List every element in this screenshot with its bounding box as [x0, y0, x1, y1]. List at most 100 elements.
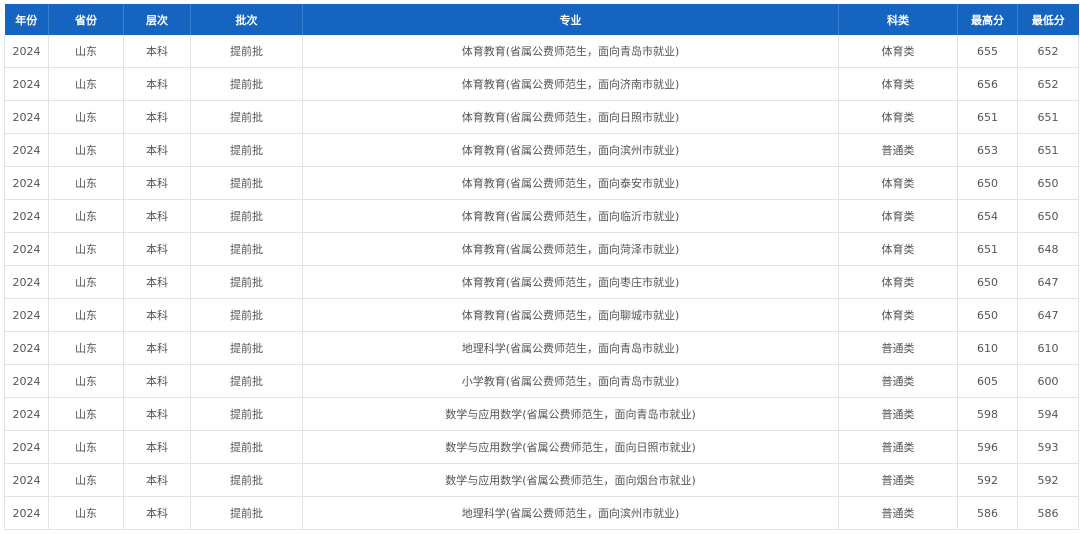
cell-major: 体育教育(省属公费师范生，面向枣庄市就业)	[302, 265, 839, 299]
cell-batch: 提前批	[190, 199, 303, 233]
cell-year: 2024	[4, 133, 49, 167]
cell-min-score: 647	[1017, 265, 1079, 299]
cell-level: 本科	[123, 364, 191, 398]
cell-major: 小学教育(省属公费师范生，面向青岛市就业)	[302, 364, 839, 398]
table-row: 2024 山东 本科 提前批 地理科学(省属公费师范生，面向青岛市就业) 普通类 610 61…	[4, 331, 1079, 365]
header-province: 省份	[48, 4, 124, 35]
cell-batch: 提前批	[190, 67, 303, 101]
cell-min-score: 650	[1017, 166, 1079, 200]
cell-major: 体育教育(省属公费师范生，面向日照市就业)	[302, 100, 839, 134]
cell-year: 2024	[4, 397, 49, 431]
table-body: 2024 山东 本科 提前批 体育教育(省属公费师范生，面向青岛市就业) 体育类 655 65…	[4, 35, 1079, 530]
cell-min-score: 648	[1017, 232, 1079, 266]
header-max-score: 最高分	[957, 4, 1018, 35]
cell-province: 山东	[48, 265, 124, 299]
cell-max-score: 653	[957, 133, 1018, 167]
header-level: 层次	[123, 4, 191, 35]
cell-min-score: 650	[1017, 199, 1079, 233]
cell-major: 数学与应用数学(省属公费师范生，面向青岛市就业)	[302, 397, 839, 431]
cell-batch: 提前批	[190, 331, 303, 365]
cell-province: 山东	[48, 364, 124, 398]
cell-min-score: 586	[1017, 496, 1079, 530]
header-category: 科类	[838, 4, 958, 35]
cell-min-score: 592	[1017, 463, 1079, 497]
table-row: 2024 山东 本科 提前批 小学教育(省属公费师范生，面向青岛市就业) 普通类 605 60…	[4, 364, 1079, 398]
cell-category: 体育类	[838, 67, 958, 101]
cell-batch: 提前批	[190, 35, 303, 68]
table-row: 2024 山东 本科 提前批 数学与应用数学(省属公费师范生，面向青岛市就业) 普通类 59…	[4, 397, 1079, 431]
header-year: 年份	[4, 4, 49, 35]
cell-major: 体育教育(省属公费师范生，面向青岛市就业)	[302, 35, 839, 68]
cell-province: 山东	[48, 331, 124, 365]
cell-category: 体育类	[838, 265, 958, 299]
cell-province: 山东	[48, 67, 124, 101]
cell-max-score: 655	[957, 35, 1018, 68]
cell-batch: 提前批	[190, 232, 303, 266]
table-row: 2024 山东 本科 提前批 体育教育(省属公费师范生，面向聊城市就业) 体育类 650 64…	[4, 298, 1079, 332]
table-row: 2024 山东 本科 提前批 体育教育(省属公费师范生，面向临沂市就业) 体育类 654 65…	[4, 199, 1079, 233]
cell-max-score: 596	[957, 430, 1018, 464]
table-header: 年份 省份 层次 批次 专业 科类 最高分 最低分	[4, 4, 1079, 35]
table-row: 2024 山东 本科 提前批 体育教育(省属公费师范生，面向济南市就业) 体育类 656 65…	[4, 67, 1079, 101]
header-min-score: 最低分	[1017, 4, 1079, 35]
cell-year: 2024	[4, 199, 49, 233]
table-row: 2024 山东 本科 提前批 体育教育(省属公费师范生，面向菏泽市就业) 体育类 651 64…	[4, 232, 1079, 266]
cell-max-score: 650	[957, 265, 1018, 299]
cell-category: 普通类	[838, 331, 958, 365]
cell-max-score: 651	[957, 232, 1018, 266]
cell-category: 体育类	[838, 199, 958, 233]
cell-province: 山东	[48, 463, 124, 497]
table-row: 2024 山东 本科 提前批 数学与应用数学(省属公费师范生，面向日照市就业) 普通类 59…	[4, 430, 1079, 464]
cell-year: 2024	[4, 265, 49, 299]
cell-max-score: 650	[957, 166, 1018, 200]
cell-batch: 提前批	[190, 430, 303, 464]
cell-min-score: 594	[1017, 397, 1079, 431]
cell-min-score: 610	[1017, 331, 1079, 365]
cell-level: 本科	[123, 265, 191, 299]
cell-province: 山东	[48, 298, 124, 332]
cell-category: 体育类	[838, 166, 958, 200]
cell-batch: 提前批	[190, 397, 303, 431]
cell-year: 2024	[4, 232, 49, 266]
cell-category: 体育类	[838, 232, 958, 266]
cell-province: 山东	[48, 199, 124, 233]
cell-province: 山东	[48, 496, 124, 530]
header-row: 年份 省份 层次 批次 专业 科类 最高分 最低分	[4, 4, 1079, 35]
cell-year: 2024	[4, 35, 49, 68]
cell-category: 普通类	[838, 496, 958, 530]
admission-scores-table-container: 年份 省份 层次 批次 专业 科类 最高分 最低分 2024 山东 本科 提前批 体育教…	[4, 4, 1079, 530]
cell-year: 2024	[4, 496, 49, 530]
cell-category: 体育类	[838, 298, 958, 332]
cell-category: 普通类	[838, 133, 958, 167]
cell-level: 本科	[123, 232, 191, 266]
cell-max-score: 598	[957, 397, 1018, 431]
cell-level: 本科	[123, 397, 191, 431]
cell-major: 地理科学(省属公费师范生，面向青岛市就业)	[302, 331, 839, 365]
table-row: 2024 山东 本科 提前批 地理科学(省属公费师范生，面向滨州市就业) 普通类 586 58…	[4, 496, 1079, 530]
cell-min-score: 652	[1017, 35, 1079, 68]
cell-batch: 提前批	[190, 496, 303, 530]
cell-category: 体育类	[838, 100, 958, 134]
cell-min-score: 647	[1017, 298, 1079, 332]
table-row: 2024 山东 本科 提前批 体育教育(省属公费师范生，面向日照市就业) 体育类 651 65…	[4, 100, 1079, 134]
cell-year: 2024	[4, 331, 49, 365]
cell-level: 本科	[123, 35, 191, 68]
table-row: 2024 山东 本科 提前批 体育教育(省属公费师范生，面向青岛市就业) 体育类 655 65…	[4, 35, 1079, 68]
cell-batch: 提前批	[190, 100, 303, 134]
cell-batch: 提前批	[190, 166, 303, 200]
cell-max-score: 654	[957, 199, 1018, 233]
cell-max-score: 586	[957, 496, 1018, 530]
cell-province: 山东	[48, 430, 124, 464]
table-row: 2024 山东 本科 提前批 体育教育(省属公费师范生，面向枣庄市就业) 体育类 650 64…	[4, 265, 1079, 299]
cell-year: 2024	[4, 364, 49, 398]
cell-min-score: 593	[1017, 430, 1079, 464]
header-major: 专业	[302, 4, 839, 35]
cell-major: 数学与应用数学(省属公费师范生，面向日照市就业)	[302, 430, 839, 464]
cell-major: 体育教育(省属公费师范生，面向菏泽市就业)	[302, 232, 839, 266]
cell-level: 本科	[123, 166, 191, 200]
cell-major: 数学与应用数学(省属公费师范生，面向烟台市就业)	[302, 463, 839, 497]
cell-category: 体育类	[838, 35, 958, 68]
cell-major: 体育教育(省属公费师范生，面向临沂市就业)	[302, 199, 839, 233]
table-row: 2024 山东 本科 提前批 体育教育(省属公费师范生，面向滨州市就业) 普通类 653 65…	[4, 133, 1079, 167]
cell-level: 本科	[123, 67, 191, 101]
